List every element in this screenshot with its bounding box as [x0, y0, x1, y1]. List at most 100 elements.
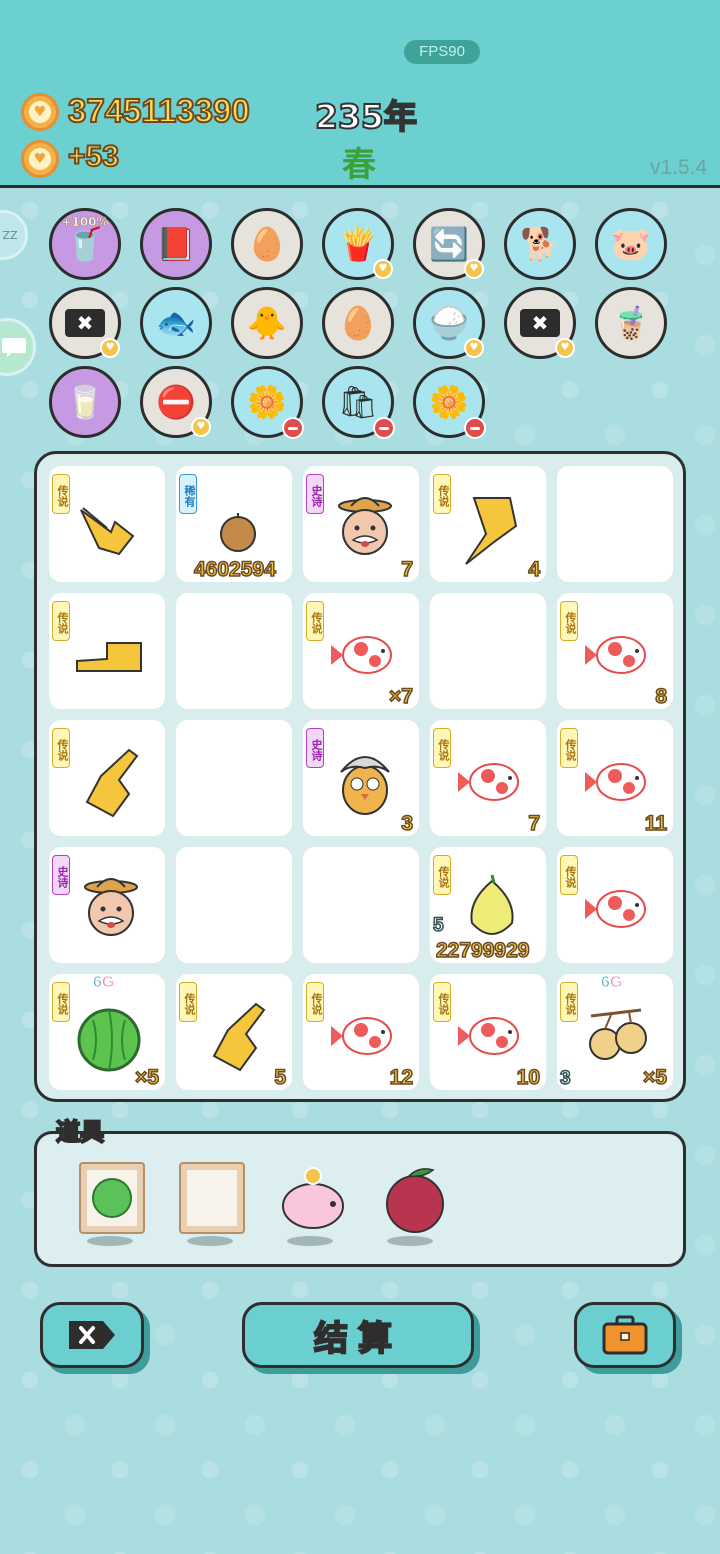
fries-button[interactable]: 🍟 ♥ [322, 208, 394, 280]
item-slot-koi-fish[interactable]: 传说 ×7 [303, 593, 419, 709]
item-count: 5 [274, 1065, 287, 1090]
watermelon-icon [73, 998, 149, 1074]
koi-fish-icon [327, 617, 403, 693]
fish-tank-button[interactable]: 🐟 [140, 287, 212, 359]
rarity-tag: 传说 [52, 474, 70, 514]
item-level: 3 [559, 1067, 571, 1090]
pointing-hand-right-down-icon [73, 490, 149, 566]
heart-badge-icon: ♥ [464, 338, 484, 358]
rice-bowl-button[interactable]: 🍚 ♥ [413, 287, 485, 359]
fertilizer-bag-button[interactable]: 🛍 [322, 366, 395, 439]
item-slot-koi-fish[interactable]: 传说 11 [557, 720, 673, 836]
settle-label: 结算 [313, 1318, 402, 1360]
item-count: 4 [528, 557, 541, 582]
milk-jar-icon: 🥛 [65, 383, 105, 421]
empty-slot[interactable] [176, 593, 292, 709]
item-value: 4602594 [193, 557, 276, 582]
rarity-tag: 传说 [52, 982, 70, 1022]
flower-pot-button[interactable]: 🌼 [413, 366, 486, 439]
bag-button[interactable] [574, 1302, 676, 1368]
pointing-hand-left-icon [73, 617, 149, 693]
longan-icon [581, 998, 657, 1074]
year-counter: 235年 [314, 96, 418, 137]
prop-shadow [187, 1236, 233, 1246]
flower-pot-button[interactable]: 🌼 [231, 366, 304, 439]
item-level: 5 [432, 914, 444, 937]
no-entry-button[interactable]: ⛔ ♥ [140, 366, 212, 438]
item-slot-pointing-hand-up[interactable]: 传说 [49, 720, 165, 836]
empty-slot[interactable] [176, 847, 292, 963]
delete-tag-button[interactable]: ✖ ♥ [49, 287, 121, 359]
item-count: 8 [655, 684, 668, 709]
settle-button[interactable]: 结算 [242, 1302, 474, 1368]
props-panel [34, 1131, 686, 1267]
refresh-button[interactable]: 🔄 ♥ [413, 208, 485, 280]
prop-empty-frame[interactable] [179, 1162, 245, 1234]
tea-cup-button[interactable]: 🥤 +100% [49, 208, 121, 280]
shiba-dog-button[interactable]: 🐕 [504, 208, 576, 280]
bubble-tea-button[interactable]: 🧋 [595, 287, 667, 359]
top-status-bar: FPS90 ♥ 3745113390 ♥ +53 235年 春 v1.5.4 [0, 0, 720, 188]
delete-tag-icon: ✖ [519, 309, 561, 337]
item-slot-pointing-hand-right-down[interactable]: 传说 [49, 466, 165, 582]
item-slot-farmer-grandpa[interactable]: 史诗 [49, 847, 165, 963]
fish-tank-icon: 🐟 [156, 304, 196, 342]
item-count: ×5 [642, 1065, 667, 1090]
coin-icon: ♥ [21, 93, 59, 131]
prop-watermelon-frame[interactable] [79, 1162, 145, 1234]
item-slot-farmer-grandpa[interactable]: 史诗 7 [303, 466, 419, 582]
item-slot-koi-fish[interactable]: 传说 8 [557, 593, 673, 709]
prop-bayberry[interactable] [379, 1162, 445, 1234]
koi-fish-icon [581, 617, 657, 693]
level-badge: 6G [601, 974, 623, 992]
empty-slot[interactable] [557, 466, 673, 582]
rice-bowl-icon: 🍚 [429, 304, 469, 342]
item-slot-grey-hair-chick[interactable]: 史诗 3 [303, 720, 419, 836]
delete-tag-icon [69, 1321, 115, 1349]
quest-card-button[interactable]: 📕 [140, 208, 212, 280]
empty-slot[interactable] [176, 720, 292, 836]
piggy-bank-button[interactable]: 🐷 [595, 208, 667, 280]
frame-icon [179, 1162, 245, 1234]
item-slot-koi-fish[interactable]: 传说 7 [430, 720, 546, 836]
egg-tray-button[interactable]: 🥚 [231, 208, 303, 280]
fries-icon: 🍟 [338, 225, 378, 263]
rarity-tag: 稀有 [179, 474, 197, 514]
briefcase-icon [602, 1315, 648, 1355]
pointing-hand-up-icon [200, 998, 276, 1074]
pointing-hand-up-icon [73, 744, 149, 820]
pointing-hand-down-left-icon [454, 490, 530, 566]
item-slot-nut[interactable]: 稀有 4602594 [176, 466, 292, 582]
prop-shadow [287, 1236, 333, 1246]
chick-button[interactable]: 🐥 [231, 287, 303, 359]
empty-slot[interactable] [303, 847, 419, 963]
item-slot-watermelon[interactable]: 传说 6G ×5 [49, 974, 165, 1090]
koi-fish-icon [581, 744, 657, 820]
egg-tray-button[interactable]: 🥚 [322, 287, 394, 359]
season-label: 春 [342, 145, 376, 185]
item-count: 7 [401, 557, 414, 582]
item-slot-pointing-hand-up[interactable]: 传说 5 [176, 974, 292, 1090]
delete-tag-button[interactable]: ✖ ♥ [504, 287, 576, 359]
koi-fish-icon [581, 871, 657, 947]
prop-piggy-bank[interactable] [277, 1162, 344, 1234]
milk-jar-button[interactable]: 🥛 [49, 366, 121, 438]
tea-cup-icon: 🥤 [65, 225, 105, 263]
item-slot-pointing-hand-down-left[interactable]: 传说 4 [430, 466, 546, 582]
item-slot-longan[interactable]: 传说 6G ×5 3 [557, 974, 673, 1090]
heart-badge-icon: ♥ [191, 417, 211, 437]
shiba-dog-icon: 🐕 [520, 225, 560, 263]
item-slot-koi-fish[interactable]: 传说 10 [430, 974, 546, 1090]
item-slot-koi-fish[interactable]: 传说 12 [303, 974, 419, 1090]
grey-hair-chick-icon [327, 744, 403, 820]
empty-slot[interactable] [430, 593, 546, 709]
farmer-grandpa-icon [327, 490, 403, 566]
prop-shadow [387, 1236, 433, 1246]
item-board: 传说 稀有 4602594 史诗 7 传说 4 传说 传说 ×7 传说 8 传说 史诗 3 传说 7 传说 11 史诗… [34, 451, 686, 1102]
item-slot-koi-fish[interactable]: 传说 [557, 847, 673, 963]
item-slot-pomelo[interactable]: 传说 22799929 5 [430, 847, 546, 963]
item-slot-pointing-hand-left[interactable]: 传说 [49, 593, 165, 709]
rarity-tag: 传说 [433, 855, 451, 895]
bayberry-icon [386, 1168, 444, 1233]
delete-button[interactable] [40, 1302, 144, 1368]
